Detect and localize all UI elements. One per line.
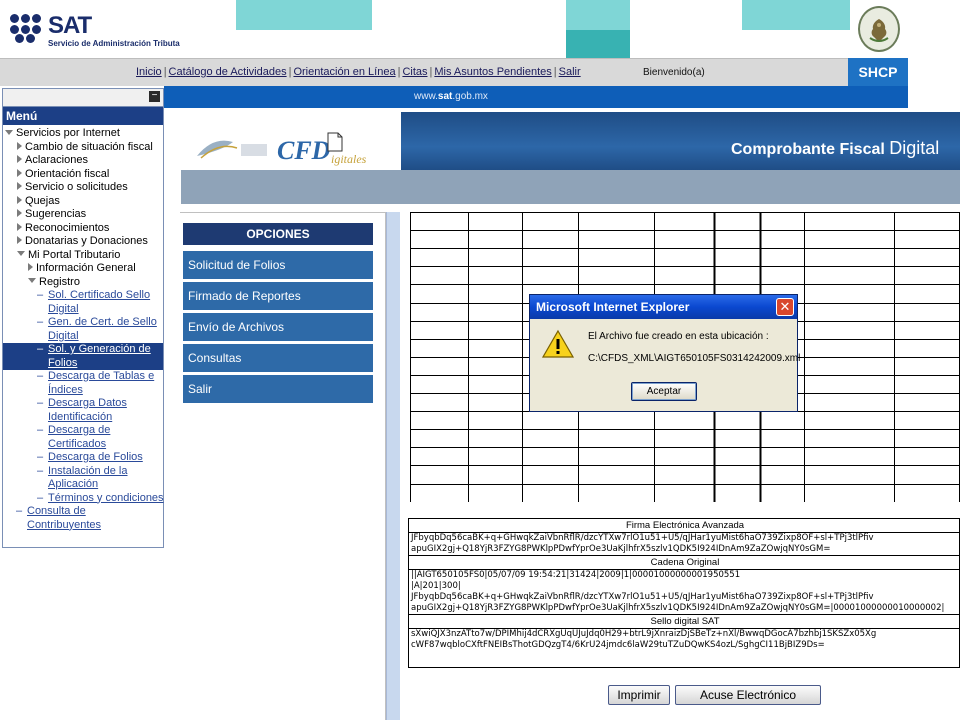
ie-alert-dialog: Microsoft Internet Explorer ✕ El Archivo… (529, 294, 801, 412)
collapsed-triangle-icon (17, 222, 22, 231)
tree-item-donatarias[interactable]: Donatarias y Donaciones (3, 235, 163, 249)
tree-item-servicios[interactable]: Servicios por Internet (3, 127, 163, 141)
dialog-message: El Archivo fue creado en esta ubicación … (588, 331, 769, 342)
tree-item-orientacion[interactable]: Orientación fiscal (3, 168, 163, 182)
sello-header: Sello digital SAT (409, 615, 959, 629)
option-solicitud-folios[interactable]: Solicitud de Folios (183, 251, 373, 279)
menu-link-descarga-certificados[interactable]: – Descarga de Certificados (3, 424, 163, 451)
collapsed-triangle-icon (17, 195, 22, 204)
cadena-line-1: ||AIGT650105FS0|05/07/09 19:54:21|31424|… (411, 570, 741, 580)
menu-link-descarga-folios[interactable]: – Descarga de Folios (3, 451, 163, 465)
document-icon (327, 132, 343, 152)
expanded-triangle-icon (17, 251, 25, 257)
collapsed-triangle-icon (17, 155, 22, 164)
tree-item-portal[interactable]: Mi Portal Tributario (3, 249, 163, 263)
collapsed-triangle-icon (17, 168, 22, 177)
tree-item-quejas[interactable]: Quejas (3, 195, 163, 209)
cadena-line-4: apuGIX2gj+Q18YjR3FZYG8PWKlpPDwfYprOe3UaK… (409, 603, 959, 615)
expanded-triangle-icon (5, 129, 13, 135)
collapsed-triangle-icon (28, 263, 33, 272)
welcome-text: Bienvenido(a) (643, 67, 705, 78)
sello-line-1: sXwiQJX3nzATto7w/DPIMhij4dCRXgUqUJuJdq0H… (411, 629, 877, 639)
print-button[interactable]: Imprimir (608, 685, 670, 705)
menu-tree: Servicios por Internet Cambio de situaci… (3, 125, 164, 532)
firma-header: Firma Electrónica Avanzada (409, 519, 959, 533)
cadena-line-2: |A|201|300| (411, 581, 461, 591)
signature-table: Firma Electrónica Avanzada JFbyqbDq56caB… (408, 518, 960, 668)
mexico-seal (850, 0, 908, 58)
nav-link-orientacion[interactable]: Orientación en Línea (293, 66, 395, 78)
site-url[interactable]: www.sat.gob.mx (414, 91, 488, 102)
site-header: SAT Servicio de Administración Tributari… (0, 0, 908, 58)
logo-subtitle: Servicio de Administración Tributaria (48, 39, 190, 48)
tree-item-sugerencias[interactable]: Sugerencias (3, 208, 163, 222)
option-consultas[interactable]: Consultas (183, 344, 373, 372)
firma-line-1: JFbyqbDq56caBK+q+GHwqkZaiVbnRflR/dzcYTXw… (411, 533, 874, 543)
nav-links: Inicio | Catálogo de Actividades | Orientaci… (136, 66, 581, 78)
banner-title: Comprobante Fiscal Digital (731, 138, 940, 158)
acuse-electronico-button[interactable]: Acuse Electrónico (675, 685, 821, 705)
dialog-ok-button[interactable]: Aceptar (631, 382, 697, 401)
nav-link-asuntos[interactable]: Mis Asuntos Pendientes (434, 66, 551, 78)
seal-emblem-icon (858, 6, 900, 52)
cfd-banner: CFD igitales Comprobante Fiscal Digital (181, 112, 960, 204)
dialog-title: Microsoft Internet Explorer (530, 295, 797, 319)
option-envio-archivos[interactable]: Envío de Archivos (183, 313, 373, 341)
tree-item-aclaraciones[interactable]: Aclaraciones (3, 154, 163, 168)
dialog-close-button[interactable]: ✕ (776, 298, 794, 316)
sat-logo[interactable]: SAT Servicio de Administración Tributari… (6, 12, 190, 52)
cadena-header: Cadena Original (409, 556, 959, 570)
menu-title: Menú (3, 107, 163, 125)
options-panel: OPCIONES Solicitud de Folios Firmado de … (180, 212, 386, 720)
expanded-triangle-icon (28, 278, 36, 284)
options-title: OPCIONES (183, 223, 373, 245)
menu-link-consulta[interactable]: – Consulta de Contribuyentes (3, 505, 163, 532)
collapsed-triangle-icon (17, 182, 22, 191)
menu-link-sol-certificado[interactable]: – Sol. Certificado Sello Digital (3, 289, 163, 316)
tree-item-cambio[interactable]: Cambio de situación fiscal (3, 141, 163, 155)
government-emblem-icon (193, 132, 271, 162)
nav-link-salir[interactable]: Salir (559, 66, 581, 78)
url-bar: www.sat.gob.mx (164, 86, 908, 108)
top-nav: Inicio | Catálogo de Actividades | Orientaci… (0, 58, 908, 86)
logo-name: SAT (48, 12, 92, 39)
menu-link-descarga-datos[interactable]: – Descarga Datos Identificación (3, 397, 163, 424)
vertical-scrollbar[interactable] (386, 212, 400, 720)
tree-item-info-general[interactable]: Información General (3, 262, 163, 276)
menu-link-sol-generacion-folios[interactable]: – Sol. y Generación de Folios (3, 343, 163, 370)
menu-link-descarga-tablas[interactable]: – Descarga de Tablas e Índices (3, 370, 163, 397)
firma-line-2: apuGIX2gj+Q18YjR3FZYG8PWKlpPDwfYprOe3UaK… (409, 544, 959, 556)
sat-dots-icon (10, 14, 44, 44)
nav-link-inicio[interactable]: Inicio (136, 66, 162, 78)
cadena-line-3: JFbyqbDq56caBK+q+GHwqkZaiVbnRflR/dzcYTXw… (411, 592, 874, 602)
shcp-logo[interactable]: SHCP (848, 58, 908, 86)
cfd-logo: CFD igitales (277, 132, 387, 168)
dialog-file-path: C:\CFDS_XML\AIGT650105FS0314242009.xml (588, 353, 801, 364)
nav-link-citas[interactable]: Citas (402, 66, 427, 78)
tree-item-reconocimientos[interactable]: Reconocimientos (3, 222, 163, 236)
sello-line-2: cWF87wqbloCXftFNEIBsThotGDQzgT4/6KrU24jm… (411, 640, 825, 650)
header-mosaic (180, 0, 850, 58)
tree-item-servicio[interactable]: Servicio o solicitudes (3, 181, 163, 195)
collapse-menu-button[interactable]: − (149, 91, 160, 102)
menu-link-terminos[interactable]: – Términos y condiciones (3, 492, 164, 506)
collapsed-triangle-icon (17, 209, 22, 218)
nav-link-catalogo[interactable]: Catálogo de Actividades (169, 66, 287, 78)
sidebar-menu: − Menú Servicios por Internet Cambio de … (2, 88, 164, 548)
tree-item-registro[interactable]: Registro (3, 276, 163, 290)
main-content: CFD igitales Comprobante Fiscal Digital … (165, 108, 960, 720)
menu-link-gen-cert[interactable]: – Gen. de Cert. de Sello Digital (3, 316, 163, 343)
option-firmado-reportes[interactable]: Firmado de Reportes (183, 282, 373, 310)
menu-header: − (3, 89, 163, 107)
collapsed-triangle-icon (17, 236, 22, 245)
warning-icon (542, 329, 574, 358)
menu-link-instalacion[interactable]: – Instalación de la Aplicación (3, 465, 163, 492)
collapsed-triangle-icon (17, 141, 22, 150)
option-salir[interactable]: Salir (183, 375, 373, 403)
